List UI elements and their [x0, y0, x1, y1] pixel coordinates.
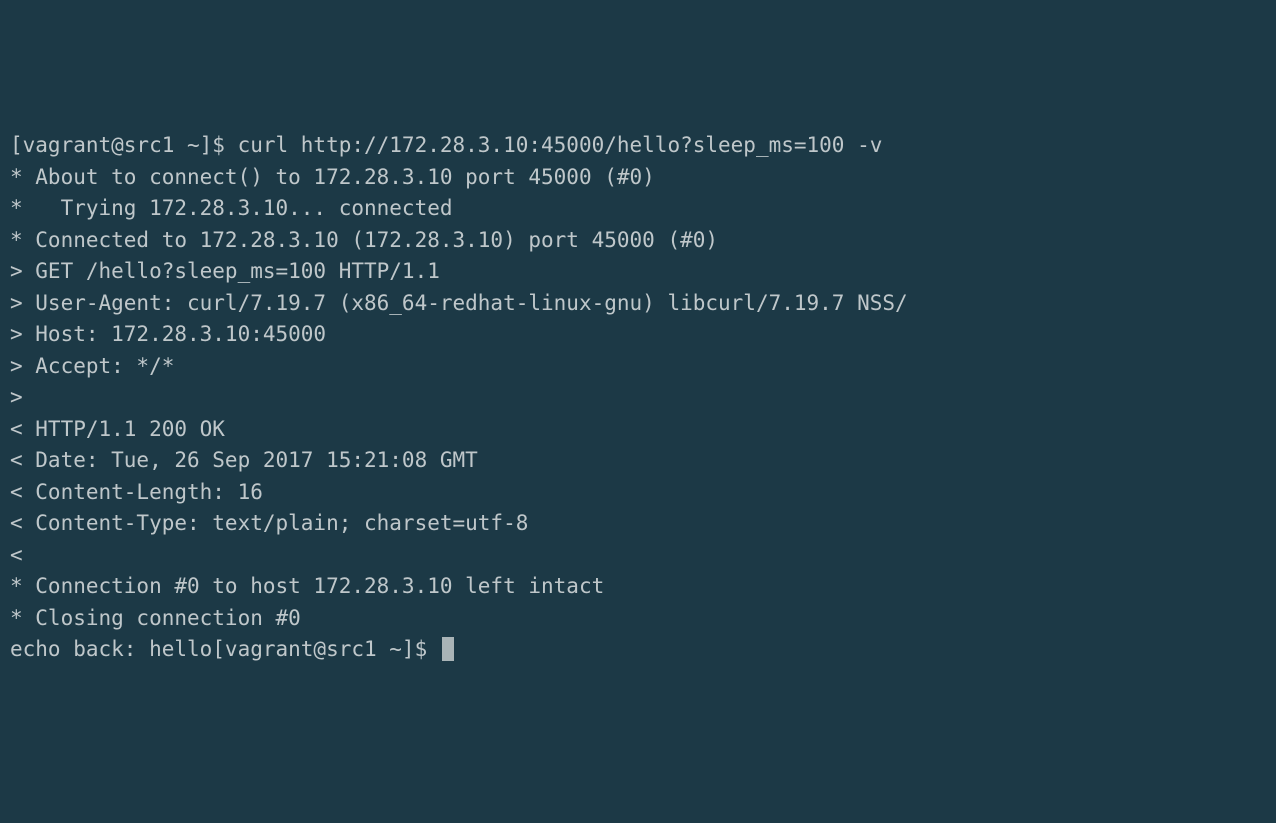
- terminal-line: > GET /hello?sleep_ms=100 HTTP/1.1: [10, 256, 1266, 288]
- terminal-line: <: [10, 540, 1266, 572]
- terminal-line: < HTTP/1.1 200 OK: [10, 414, 1266, 446]
- terminal-line: >: [10, 382, 1266, 414]
- terminal-prompt-line: echo back: hello[vagrant@src1 ~]$: [10, 634, 1266, 666]
- cursor-icon: [442, 637, 454, 661]
- terminal-line: * About to connect() to 172.28.3.10 port…: [10, 162, 1266, 194]
- terminal-line: * Closing connection #0: [10, 603, 1266, 635]
- terminal-output[interactable]: [vagrant@src1 ~]$ curl http://172.28.3.1…: [10, 130, 1266, 666]
- terminal-line: > User-Agent: curl/7.19.7 (x86_64-redhat…: [10, 288, 1266, 320]
- terminal-line: < Content-Type: text/plain; charset=utf-…: [10, 508, 1266, 540]
- terminal-line: > Host: 172.28.3.10:45000: [10, 319, 1266, 351]
- terminal-line: [vagrant@src1 ~]$ curl http://172.28.3.1…: [10, 130, 1266, 162]
- terminal-line: echo back: hello[vagrant@src1 ~]$: [10, 637, 440, 661]
- terminal-line: * Connected to 172.28.3.10 (172.28.3.10)…: [10, 225, 1266, 257]
- terminal-line: * Connection #0 to host 172.28.3.10 left…: [10, 571, 1266, 603]
- terminal-line: > Accept: */*: [10, 351, 1266, 383]
- terminal-line: < Content-Length: 16: [10, 477, 1266, 509]
- terminal-line: * Trying 172.28.3.10... connected: [10, 193, 1266, 225]
- terminal-line: < Date: Tue, 26 Sep 2017 15:21:08 GMT: [10, 445, 1266, 477]
